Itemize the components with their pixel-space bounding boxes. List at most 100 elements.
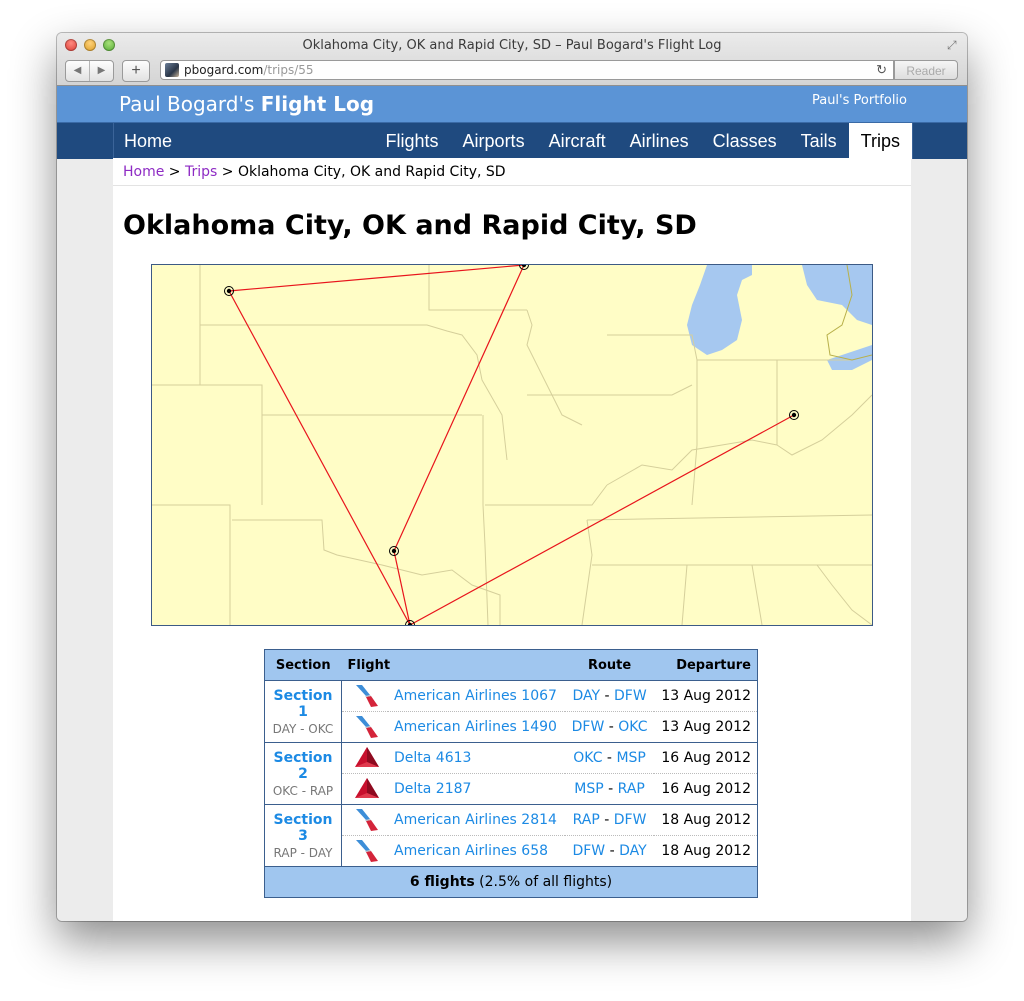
- page-viewport: Paul Bogard's Flight Log Paul's Portfoli…: [57, 86, 967, 921]
- destination-airport-link[interactable]: MSP: [616, 750, 645, 766]
- forward-button[interactable]: ▶: [90, 61, 113, 81]
- route-line-msp-rap: [228, 265, 525, 292]
- delta-logo-icon: [355, 778, 379, 798]
- flight-cell: American Airlines 1490: [388, 711, 566, 743]
- flight-count: 6 flights (2.5% of all flights): [264, 866, 758, 898]
- origin-airport-link[interactable]: MSP: [574, 781, 603, 797]
- departure-date: 16 Aug 2012: [654, 742, 758, 774]
- airport-marker-okc: [389, 546, 399, 556]
- table-row: Section 3 RAP - DAY American Airlines 281…: [264, 804, 758, 867]
- nav-home[interactable]: Home: [124, 131, 172, 152]
- flight-cell: Delta 4613: [388, 742, 566, 774]
- route-separator: -: [604, 719, 619, 735]
- nav-flights[interactable]: Flights: [374, 123, 451, 159]
- route-map-svg: [152, 265, 872, 625]
- departure-date: 13 Aug 2012: [654, 680, 758, 712]
- flight-link[interactable]: American Airlines 1067: [394, 688, 557, 704]
- reader-button[interactable]: Reader: [894, 60, 958, 80]
- portfolio-link[interactable]: Paul's Portfolio: [812, 93, 907, 108]
- breadcrumb-home[interactable]: Home: [123, 164, 164, 180]
- back-button[interactable]: ◀: [66, 61, 90, 81]
- page-title: Oklahoma City, OK and Rapid City, SD: [123, 210, 697, 241]
- american-airlines-logo-icon: [356, 840, 378, 862]
- breadcrumb-trips[interactable]: Trips: [185, 164, 217, 180]
- nav-airlines[interactable]: Airlines: [618, 123, 701, 159]
- main-nav: Home Flights Airports Aircraft Airlines …: [57, 122, 967, 159]
- url-text: pbogard.com/trips/55: [184, 63, 314, 77]
- route-cell: DAY - DFW: [565, 680, 655, 712]
- delta-logo-icon: [355, 747, 379, 767]
- flight-link[interactable]: Delta 4613: [394, 750, 471, 766]
- route-line-day-dfw: [409, 414, 795, 625]
- route-map: [151, 264, 873, 626]
- flight-count-bold: 6 flights: [409, 874, 475, 890]
- section-link[interactable]: Section 3: [271, 812, 335, 844]
- window-title: Oklahoma City, OK and Rapid City, SD – P…: [302, 38, 722, 53]
- site-logo[interactable]: Paul Bogard's Flight Log: [119, 92, 374, 116]
- address-bar[interactable]: pbogard.com/trips/55 ↻: [160, 60, 894, 80]
- origin-airport-link[interactable]: DAY: [572, 688, 600, 704]
- origin-airport-link[interactable]: DFW: [572, 719, 605, 735]
- origin-airport-link[interactable]: RAP: [573, 812, 600, 828]
- flight-link[interactable]: American Airlines 1490: [394, 719, 557, 735]
- table-row: Section 2 OKC - RAP Delta 4613 OKC - MSP 16…: [264, 742, 758, 805]
- airline-logo-cell: [341, 835, 388, 867]
- table-row: Section 1 DAY - OKC American Airlines 106…: [264, 680, 758, 743]
- airline-logo-cell: [341, 804, 388, 836]
- lake-huron: [802, 265, 872, 325]
- departure-date: 16 Aug 2012: [654, 773, 758, 805]
- airport-marker-day: [789, 410, 799, 420]
- nav-trips[interactable]: Trips: [848, 123, 912, 159]
- lake-erie: [827, 345, 872, 370]
- site-title-bold: Flight Log: [260, 92, 375, 116]
- route-separator: -: [605, 843, 620, 859]
- destination-airport-link[interactable]: DFW: [614, 688, 647, 704]
- origin-airport-link[interactable]: OKC: [573, 750, 602, 766]
- site-title-light: Paul Bogard's: [119, 92, 255, 116]
- main-content: Home > Trips > Oklahoma City, OK and Rap…: [113, 158, 911, 921]
- breadcrumb: Home > Trips > Oklahoma City, OK and Rap…: [113, 158, 911, 186]
- section-cell: Section 1 DAY - OKC: [264, 680, 342, 743]
- airline-logo-cell: [341, 773, 388, 805]
- destination-airport-link[interactable]: OKC: [618, 719, 647, 735]
- fullscreen-icon[interactable]: ⤢: [947, 38, 961, 52]
- title-bar: Oklahoma City, OK and Rapid City, SD – P…: [57, 33, 967, 86]
- destination-airport-link[interactable]: DFW: [614, 812, 647, 828]
- origin-airport-link[interactable]: DFW: [572, 843, 605, 859]
- route-line-okc-msp: [393, 265, 525, 552]
- destination-airport-link[interactable]: DAY: [619, 843, 647, 859]
- browser-window: Oklahoma City, OK and Rapid City, SD – P…: [57, 33, 967, 921]
- new-tab-button[interactable]: +: [122, 60, 150, 82]
- flight-cell: American Airlines 1067: [388, 680, 566, 712]
- section-route: OKC - RAP: [272, 783, 334, 798]
- section-cell: Section 3 RAP - DAY: [264, 804, 342, 867]
- section-link[interactable]: Section 1: [271, 688, 335, 720]
- route-separator: -: [599, 812, 614, 828]
- nav-tails[interactable]: Tails: [789, 123, 849, 159]
- history-buttons: ◀ ▶: [65, 60, 114, 82]
- flight-link[interactable]: American Airlines 2814: [394, 812, 557, 828]
- route-cell: DFW - DAY: [565, 835, 655, 867]
- flight-cell: American Airlines 2814: [388, 804, 566, 836]
- american-airlines-logo-icon: [356, 685, 378, 707]
- airline-logo-cell: [341, 711, 388, 743]
- nav-classes[interactable]: Classes: [701, 123, 789, 159]
- flight-count-percent: (2.5% of all flights): [474, 874, 613, 890]
- flight-cell: Delta 2187: [388, 773, 566, 805]
- route-separator: -: [600, 688, 614, 704]
- departure-date: 13 Aug 2012: [654, 711, 758, 743]
- flight-link[interactable]: American Airlines 658: [394, 843, 548, 859]
- destination-airport-link[interactable]: RAP: [618, 781, 645, 797]
- route-separator: -: [603, 781, 618, 797]
- state-borders: [152, 265, 872, 625]
- header-flight: Flight: [341, 649, 566, 681]
- reload-icon[interactable]: ↻: [876, 62, 887, 78]
- nav-aircraft[interactable]: Aircraft: [537, 123, 618, 159]
- header-departure: Departure: [654, 649, 758, 681]
- breadcrumb-separator: >: [164, 164, 185, 180]
- flight-link[interactable]: Delta 2187: [394, 781, 471, 797]
- nav-airports[interactable]: Airports: [451, 123, 537, 159]
- url-path: /trips/55: [263, 63, 314, 77]
- section-link[interactable]: Section 2: [271, 750, 335, 782]
- airline-logo-cell: [341, 742, 388, 774]
